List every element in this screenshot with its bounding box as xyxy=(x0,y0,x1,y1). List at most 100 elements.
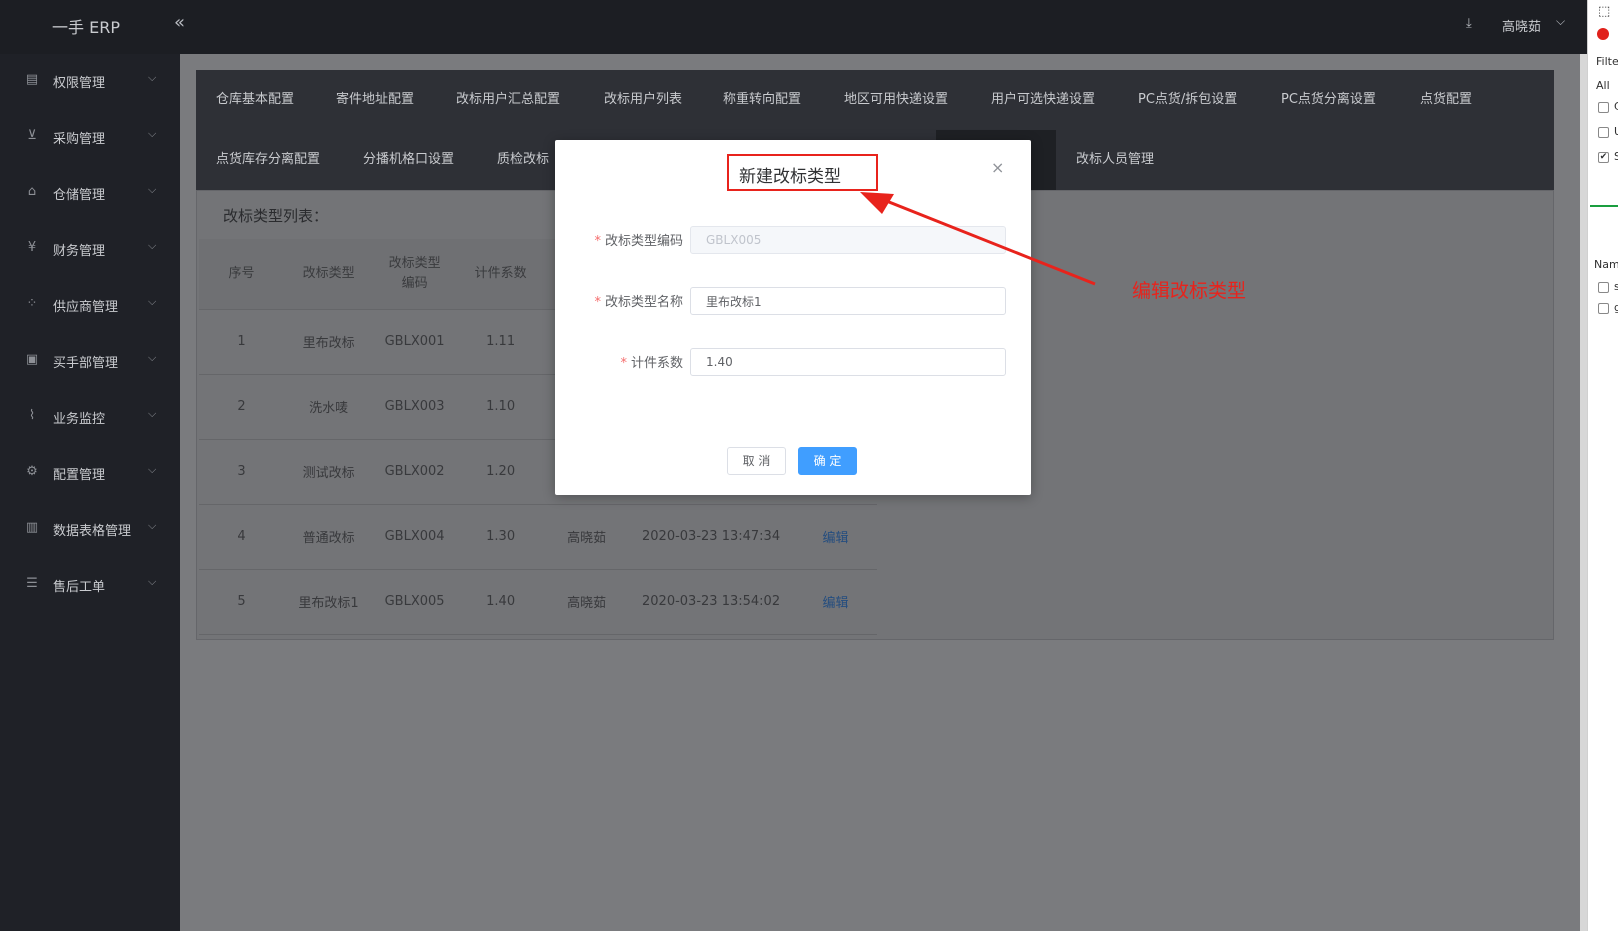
cell-code: GBLX001 xyxy=(373,309,457,375)
table-row: 4 普通改标 GBLX004 1.30 高晓茹 2020-03-23 13:47… xyxy=(199,504,877,570)
inspect-icon[interactable]: ⬚ xyxy=(1598,4,1610,19)
col-code-label: 改标类型编码 xyxy=(388,255,441,291)
cell-index: 3 xyxy=(199,439,284,505)
required-mark: * xyxy=(620,356,627,371)
sidebar-item-warehouse[interactable]: ⌂ 仓储管理 ⌵ xyxy=(0,173,180,213)
tab-pc-separation[interactable]: PC点货分离设置 xyxy=(1261,70,1396,130)
sidebar-item-label: 售后工单 xyxy=(53,580,106,595)
edit-link[interactable]: 编辑 xyxy=(793,504,877,570)
coef-label-text: 计件系数 xyxy=(630,356,683,371)
confirm-button[interactable]: 确 定 xyxy=(798,447,857,475)
tab-warehouse-basic[interactable]: 仓库基本配置 xyxy=(196,70,314,130)
devtools-request-checkbox[interactable] xyxy=(1598,303,1609,314)
cell-type: 测试改标 xyxy=(284,439,374,505)
sidebar-item-buyers[interactable]: ▣ 买手部管理 ⌵ xyxy=(0,341,180,381)
cancel-button[interactable]: 取 消 xyxy=(727,447,786,475)
tab-sorter-slots[interactable]: 分播机格口设置 xyxy=(343,130,474,190)
download-icon[interactable]: ⤓ xyxy=(1466,16,1472,31)
sidebar: ▤ 权限管理 ⌵ ⊻ 采购管理 ⌵ ⌂ 仓储管理 ⌵ ¥ 财务管理 ⌵ ⁘ 供应… xyxy=(0,54,180,931)
user-name[interactable]: 高晓茹 xyxy=(1502,16,1541,35)
sidebar-item-purchasing[interactable]: ⊻ 采购管理 ⌵ xyxy=(0,117,180,157)
chevron-down-icon: ⌵ xyxy=(148,519,157,532)
sidebar-item-data-tables[interactable]: ▥ 数据表格管理 ⌵ xyxy=(0,509,180,549)
cell-coef: 1.20 xyxy=(456,439,546,505)
tab-relabel-user-summary[interactable]: 改标用户汇总配置 xyxy=(436,70,580,130)
sidebar-item-label: 供应商管理 xyxy=(53,300,119,315)
chevron-down-icon: ⌵ xyxy=(148,239,157,252)
tab-user-express[interactable]: 用户可选快递设置 xyxy=(971,70,1115,130)
sidebar-item-after-sales[interactable]: ☰ 售后工单 ⌵ xyxy=(0,565,180,605)
gear-icon: ⚙ xyxy=(26,464,38,479)
tab-stock-separation[interactable]: 点货库存分离配置 xyxy=(196,130,340,190)
page-scrollbar[interactable] xyxy=(1580,54,1587,931)
chevron-down-icon[interactable]: ⌵ xyxy=(1556,14,1565,29)
sidebar-item-label: 数据表格管理 xyxy=(53,524,132,539)
tab-region-express[interactable]: 地区可用快递设置 xyxy=(824,70,968,130)
cell-type: 里布改标 xyxy=(284,309,374,375)
name-input[interactable] xyxy=(690,287,1006,315)
cell-time: 2020-03-23 13:54:02 xyxy=(628,569,794,635)
document-icon: ☰ xyxy=(26,576,38,591)
dialog-title: 新建改标类型 xyxy=(739,167,841,187)
name-label-text: 改标类型名称 xyxy=(604,295,683,310)
devtools-request-label: g xyxy=(1614,301,1618,314)
devtools-checkbox[interactable] xyxy=(1598,127,1609,138)
devtools-all[interactable]: All xyxy=(1596,79,1610,92)
cell-time: 2020-03-23 13:47:34 xyxy=(628,504,794,570)
col-type: 改标类型 xyxy=(284,239,374,310)
close-icon[interactable]: × xyxy=(991,158,1004,177)
devtools-checkbox[interactable] xyxy=(1598,102,1609,113)
chevron-down-icon: ⌵ xyxy=(148,463,157,476)
sidebar-item-label: 业务监控 xyxy=(53,412,106,427)
bar-chart-icon: ▥ xyxy=(25,520,39,535)
devtools-timeline xyxy=(1590,205,1618,207)
top-bar: 一手 ERP « ⤓ 高晓茹 ⌵ xyxy=(0,0,1587,54)
chevron-down-icon: ⌵ xyxy=(148,407,157,420)
tab-pc-unpack[interactable]: PC点货/拆包设置 xyxy=(1118,70,1257,130)
chevron-down-icon: ⌵ xyxy=(148,575,157,588)
cell-code: GBLX003 xyxy=(373,374,457,440)
cell-coef: 1.40 xyxy=(456,569,546,635)
devtools-filter[interactable]: Filte xyxy=(1596,55,1618,68)
record-icon[interactable] xyxy=(1597,28,1609,40)
name-label: * 改标类型名称 xyxy=(555,291,683,310)
supplier-icon: ⁘ xyxy=(26,296,38,311)
cart-icon: ⊻ xyxy=(27,128,37,143)
cell-index: 4 xyxy=(199,504,284,570)
chart-icon: ⌇ xyxy=(28,408,36,423)
cell-code: GBLX002 xyxy=(373,439,457,505)
tab-relabel-user-list[interactable]: 改标用户列表 xyxy=(584,70,702,130)
app-logo: 一手 ERP xyxy=(52,18,120,37)
chevron-down-icon: ⌵ xyxy=(148,183,157,196)
tab-relabel-staff[interactable]: 改标人员管理 xyxy=(1056,130,1174,190)
col-index: 序号 xyxy=(199,239,284,310)
collapse-sidebar-icon[interactable]: « xyxy=(174,13,185,33)
sidebar-item-label: 买手部管理 xyxy=(53,356,119,371)
devtools-request-checkbox[interactable] xyxy=(1598,282,1609,293)
code-label-text: 改标类型编码 xyxy=(604,234,683,249)
code-label: * 改标类型编码 xyxy=(555,230,683,249)
sidebar-item-suppliers[interactable]: ⁘ 供应商管理 ⌵ xyxy=(0,285,180,325)
sidebar-item-label: 采购管理 xyxy=(53,132,106,147)
devtools-checkbox-checked[interactable]: ✔ xyxy=(1598,152,1609,163)
coefficient-input[interactable] xyxy=(690,348,1006,376)
edit-link[interactable]: 编辑 xyxy=(793,569,877,635)
chevron-down-icon: ⌵ xyxy=(148,71,157,84)
sidebar-item-permissions[interactable]: ▤ 权限管理 ⌵ xyxy=(0,61,180,101)
devtools-name-col: Nam xyxy=(1594,258,1618,271)
cell-coef: 1.30 xyxy=(456,504,546,570)
required-mark: * xyxy=(594,295,601,310)
cell-index: 2 xyxy=(199,374,284,440)
col-code: 改标类型编码 xyxy=(373,239,457,310)
tab-weighing-routing[interactable]: 称重转向配置 xyxy=(703,70,821,130)
sidebar-item-monitoring[interactable]: ⌇ 业务监控 ⌵ xyxy=(0,397,180,437)
title-highlight-box: 新建改标类型 xyxy=(727,154,878,191)
cell-creator: 高晓茹 xyxy=(545,504,629,570)
sidebar-item-finance[interactable]: ¥ 财务管理 ⌵ xyxy=(0,229,180,269)
sidebar-item-config[interactable]: ⚙ 配置管理 ⌵ xyxy=(0,453,180,493)
devtools-request-label: s xyxy=(1614,280,1618,293)
tab-sender-address[interactable]: 寄件地址配置 xyxy=(316,70,434,130)
tab-goods-check[interactable]: 点货配置 xyxy=(1400,70,1492,130)
arrow-shaft xyxy=(883,198,1096,286)
cell-type: 洗水唛 xyxy=(284,374,374,440)
